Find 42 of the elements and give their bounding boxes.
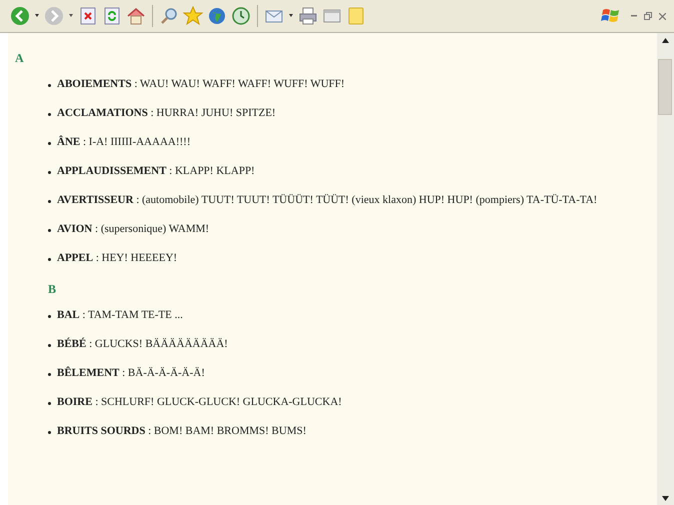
bullet-icon [48, 113, 51, 116]
glossary-entry: BÊLEMENT : BÄ-Ä-Ä-Ä-Ä-Ä! [57, 366, 205, 381]
glossary-entry: APPEL : HEY! HEEEEY! [57, 251, 178, 266]
bullet-icon [48, 431, 51, 434]
bullet-icon [48, 229, 51, 232]
glossary-entry: APPLAUDISSEMENT : KLAPP! KLAPP! [57, 164, 255, 179]
history-icon[interactable] [231, 6, 251, 26]
star-icon[interactable] [183, 6, 203, 26]
section-letter: A [15, 51, 24, 65]
glossary-entry: AVERTISSEUR : (automobile) TUUT! TUUT! TÜÜÜT! TÜÜT! (vieux klaxon) HUP! HUP! (pompiers) TA-TÜ-TA-TA! [57, 193, 598, 208]
scrollbar[interactable] [657, 33, 674, 505]
section-letter: B [48, 282, 56, 296]
glossary-entry: ABOIEMENTS : WAU! WAU! WAFF! WAFF! WUFF! WUFF! [57, 77, 345, 92]
bullet-icon [48, 84, 51, 87]
stop-icon[interactable] [78, 6, 98, 26]
restore-icon[interactable] [644, 12, 652, 20]
windows-logo-icon [601, 7, 621, 25]
minimize-icon[interactable] [631, 15, 637, 17]
home-icon[interactable] [126, 6, 146, 26]
bullet-icon [48, 171, 51, 174]
bullet-icon [48, 200, 51, 203]
bullet-icon [48, 142, 51, 145]
glossary-entry: BÉBÉ : GLUCKS! BÄÄÄÄÄÄÄÄÄ! [57, 337, 228, 352]
bullet-icon [48, 315, 51, 318]
glossary-entry: BAL : TAM-TAM TE-TE ... [57, 308, 183, 323]
glossary-entry: BRUITS SOURDS : BOM! BAM! BROMMS! BUMS! [57, 424, 306, 439]
bullet-icon [48, 258, 51, 261]
glossary-entry: BOIRE : SCHLURF! GLUCK-GLUCK! GLUCKA-GLUCKA! [57, 395, 342, 410]
scroll-up-icon[interactable] [662, 38, 669, 43]
bullet-icon [48, 402, 51, 405]
bullet-icon [48, 373, 51, 376]
refresh-icon[interactable] [102, 6, 122, 26]
globe-icon[interactable] [207, 6, 227, 26]
glossary-entry: ACCLAMATIONS : HURRA! JUHU! SPITZE! [57, 106, 276, 121]
glossary-entry: ÂNE : I-A! IIIIII-AAAAA!!!! [57, 135, 190, 150]
search-icon[interactable] [159, 6, 179, 26]
bullet-icon [48, 344, 51, 347]
close-icon[interactable] [659, 12, 666, 20]
scroll-thumb[interactable] [658, 59, 672, 115]
scroll-down-icon[interactable] [662, 496, 669, 501]
glossary-entry: AVION : (supersonique) WAMM! [57, 222, 210, 237]
printer-icon[interactable] [298, 6, 318, 26]
